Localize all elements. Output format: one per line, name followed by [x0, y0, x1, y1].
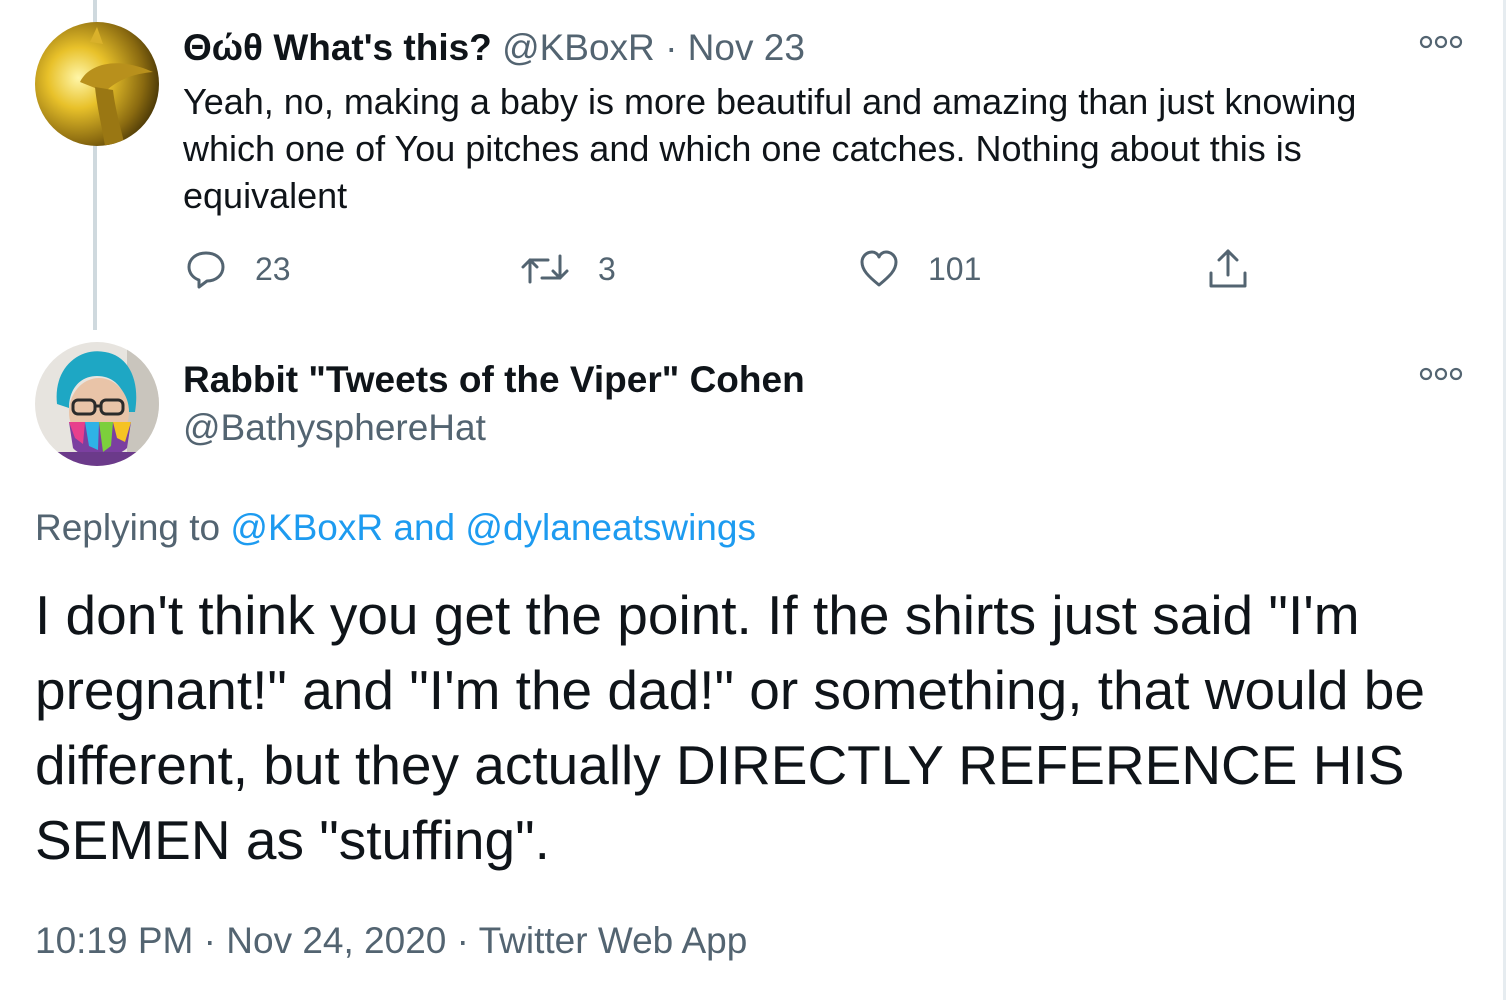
display-name[interactable]: Θώθ What's this? [183, 27, 492, 68]
more-icon[interactable] [1419, 32, 1463, 58]
reply-button[interactable]: 23 [185, 248, 291, 290]
like-button[interactable]: 101 [858, 248, 981, 290]
reply-and: and [393, 507, 456, 548]
retweet-count: 3 [598, 250, 616, 287]
tweet-source[interactable]: Twitter Web App [479, 920, 748, 961]
tweet-2-text: I don't think you get the point. If the … [35, 584, 1425, 871]
reply-mention-2[interactable]: @dylaneatswings [465, 507, 756, 548]
replying-to: Replying to @KBoxR and @dylaneatswings [35, 506, 756, 550]
retweet-icon [521, 254, 569, 284]
separator: · [456, 920, 469, 961]
tweet-time[interactable]: 10:19 PM [35, 920, 193, 961]
avatar[interactable] [35, 342, 159, 466]
tweet-meta: 10:19 PM · Nov 24, 2020 · Twitter Web Ap… [35, 918, 747, 964]
heart-icon [860, 250, 898, 287]
reply-mention-1[interactable]: @KBoxR [230, 507, 383, 548]
display-name[interactable]: Rabbit "Tweets of the Viper" Cohen [183, 358, 805, 402]
tweet-date[interactable]: Nov 23 [688, 27, 805, 68]
retweet-button[interactable]: 3 [520, 248, 616, 290]
like-count: 101 [928, 250, 982, 287]
tweet-1-text: Yeah, no, making a baby is more beautifu… [183, 81, 1357, 216]
separator: · [665, 27, 678, 68]
replying-prefix: Replying to [35, 507, 221, 548]
tweet-date[interactable]: Nov 24, 2020 [226, 920, 446, 961]
reply-icon [187, 251, 225, 289]
handle[interactable]: @BathysphereHat [183, 406, 486, 450]
avatar[interactable] [35, 22, 159, 146]
handle[interactable]: @KBoxR [502, 27, 655, 68]
separator: · [203, 920, 216, 961]
share-icon [1209, 249, 1247, 288]
more-icon[interactable] [1419, 364, 1463, 390]
reply-count: 23 [255, 250, 291, 287]
share-button[interactable] [1206, 248, 1278, 290]
tweet-1-header: Θώθ What's this? @KBoxR · Nov 23 [183, 26, 805, 70]
